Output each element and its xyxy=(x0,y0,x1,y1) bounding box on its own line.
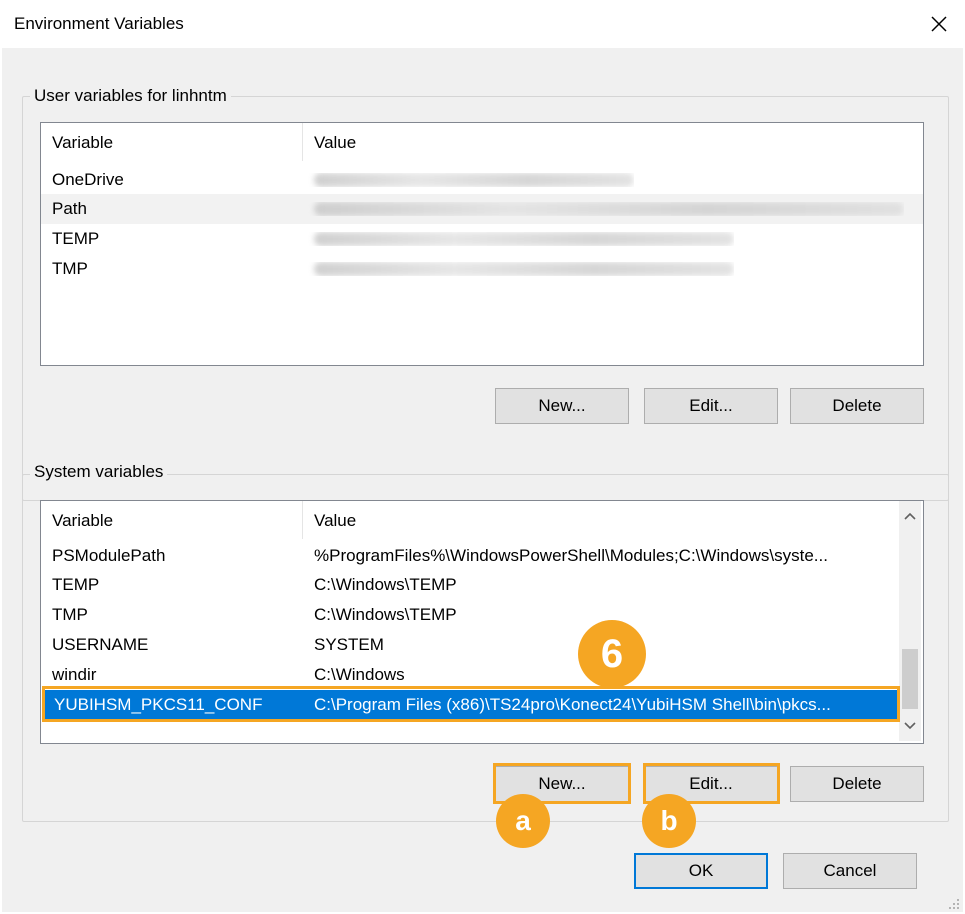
variable-value-blurred xyxy=(303,262,734,276)
variable-value-blurred xyxy=(303,173,634,187)
variable-value: C:\Windows xyxy=(314,665,405,684)
user-new-button[interactable]: New... xyxy=(495,388,629,424)
variable-name: USERNAME xyxy=(52,635,149,654)
variable-name: TMP xyxy=(52,605,88,624)
system-delete-button[interactable]: Delete xyxy=(790,766,924,802)
variable-value: C:\Windows\TEMP xyxy=(314,605,457,624)
cancel-button[interactable]: Cancel xyxy=(783,853,917,889)
column-header-variable[interactable]: Variable xyxy=(41,501,303,539)
user-variables-legend: User variables for linhntm xyxy=(30,86,231,106)
column-header-variable[interactable]: Variable xyxy=(41,123,303,161)
variable-name: OneDrive xyxy=(52,170,124,189)
window-title: Environment Variables xyxy=(14,14,184,33)
ok-button[interactable]: OK xyxy=(634,853,768,889)
chevron-up-icon xyxy=(904,512,916,520)
user-list-header: Variable Value xyxy=(41,123,913,161)
system-variables-list[interactable]: Variable Value PSModulePath %ProgramFile… xyxy=(40,500,924,744)
table-row[interactable]: TEMP xyxy=(41,224,923,254)
variable-value: C:\Program Files (x86)\TS24pro\Konect24\… xyxy=(314,695,831,714)
dialog-body: User variables for linhntm Variable Valu… xyxy=(2,48,963,912)
table-row[interactable]: windir C:\Windows xyxy=(41,660,899,690)
variable-value: SYSTEM xyxy=(314,635,384,654)
vertical-scrollbar[interactable] xyxy=(899,501,921,741)
variable-name: TMP xyxy=(52,259,88,278)
column-header-value[interactable]: Value xyxy=(303,501,899,539)
variable-value-blurred xyxy=(303,232,734,246)
variable-value-blurred xyxy=(303,202,904,216)
table-row[interactable]: Path xyxy=(41,194,923,224)
table-row[interactable]: TEMP C:\Windows\TEMP xyxy=(41,570,899,600)
annotation-badge-b: b xyxy=(642,794,696,848)
variable-name: TEMP xyxy=(52,229,100,248)
table-row[interactable]: TMP xyxy=(41,254,923,284)
table-row[interactable]: USERNAME SYSTEM xyxy=(41,630,899,660)
step-badge: 6 xyxy=(578,620,646,688)
table-row-selected[interactable]: YUBIHSM_PKCS11_CONF C:\Program Files (x8… xyxy=(43,690,899,720)
user-edit-button[interactable]: Edit... xyxy=(644,388,778,424)
variable-value: C:\Windows\TEMP xyxy=(314,575,457,594)
title-bar: Environment Variables xyxy=(0,0,965,48)
variable-name: YUBIHSM_PKCS11_CONF xyxy=(54,695,263,714)
close-button[interactable] xyxy=(918,4,960,44)
chevron-down-icon xyxy=(904,722,916,730)
column-header-value[interactable]: Value xyxy=(303,123,913,161)
variable-value: %ProgramFiles%\WindowsPowerShell\Modules… xyxy=(314,546,828,565)
system-variables-legend: System variables xyxy=(30,462,168,482)
scroll-down-button[interactable] xyxy=(899,715,921,737)
scroll-up-button[interactable] xyxy=(899,505,921,527)
user-variables-list[interactable]: Variable Value OneDrive Path TEMP TMP xyxy=(40,122,924,366)
table-row[interactable]: TMP C:\Windows\TEMP xyxy=(41,600,899,630)
variable-name: Path xyxy=(52,199,87,218)
system-list-header: Variable Value xyxy=(41,501,899,539)
table-row[interactable]: PSModulePath %ProgramFiles%\WindowsPower… xyxy=(41,541,899,571)
variable-name: TEMP xyxy=(52,575,100,594)
variable-name: windir xyxy=(52,665,97,684)
user-delete-button[interactable]: Delete xyxy=(790,388,924,424)
table-row[interactable]: OneDrive xyxy=(41,165,923,195)
resize-grip-icon[interactable] xyxy=(946,896,960,910)
annotation-badge-a: a xyxy=(496,794,550,848)
variable-name: PSModulePath xyxy=(52,546,166,565)
scrollbar-thumb[interactable] xyxy=(902,649,918,709)
close-icon xyxy=(931,16,947,32)
